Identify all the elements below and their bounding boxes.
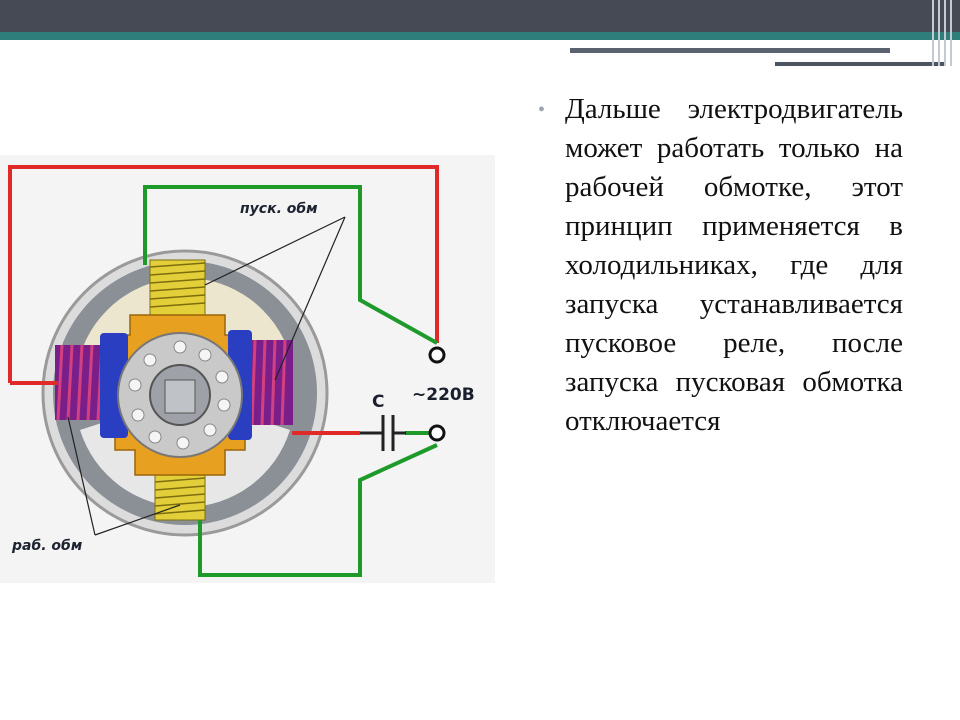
header-accent-line xyxy=(775,62,945,66)
run-winding-label: раб. обм xyxy=(11,538,82,554)
header-dark-band xyxy=(0,0,960,32)
capacitor-label: С xyxy=(372,392,384,412)
bullet-marker: • xyxy=(538,99,546,121)
header-accent-line xyxy=(570,48,890,53)
terminal-top xyxy=(428,346,446,364)
bullet-text-block: Дальше электродвигатель может работать т… xyxy=(565,90,903,441)
slide-header-decoration xyxy=(0,0,960,66)
rotor-shaft-key xyxy=(164,379,196,414)
header-teal-band xyxy=(0,32,960,40)
bullet-paragraph: Дальше электродвигатель может работать т… xyxy=(565,93,903,437)
terminal-bottom xyxy=(428,424,446,442)
start-winding-label: пуск. обм xyxy=(240,201,318,217)
header-stripes xyxy=(928,0,958,66)
voltage-label: ~220В xyxy=(412,385,475,405)
motor-wiring-diagram: С ~220В пуск. обм раб. обм xyxy=(0,155,495,583)
